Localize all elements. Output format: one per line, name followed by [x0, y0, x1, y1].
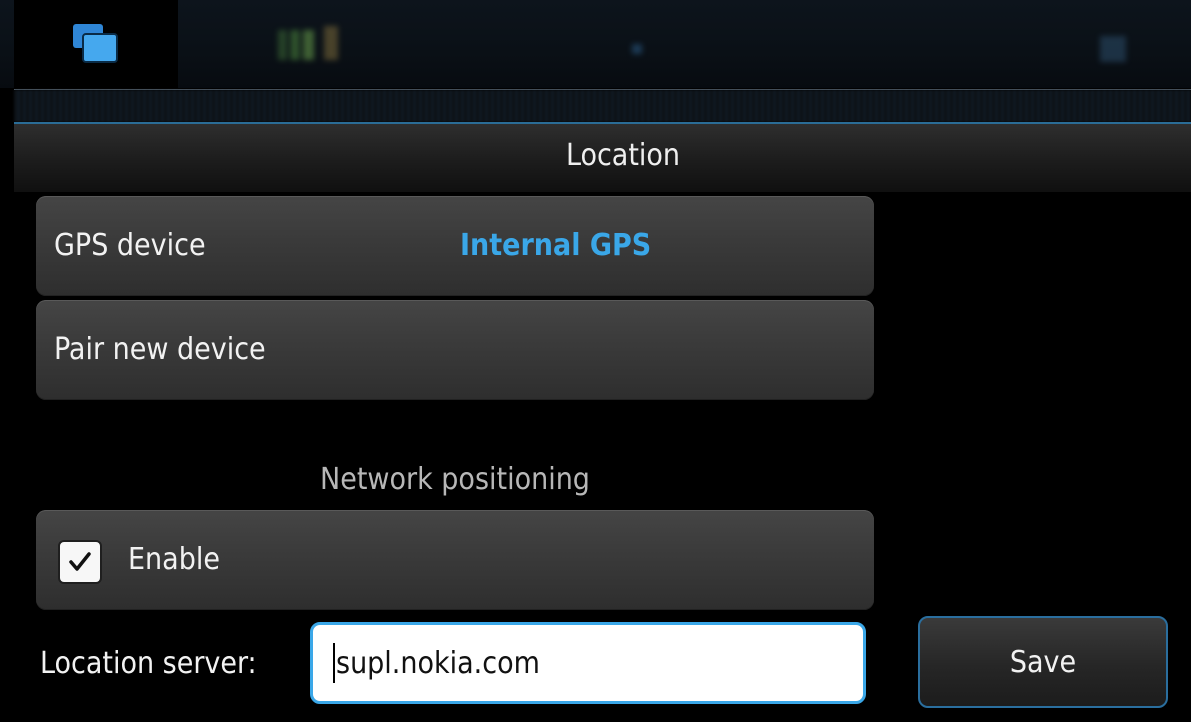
- background-content: [14, 90, 1191, 122]
- text-cursor: [333, 643, 335, 683]
- task-switcher-button[interactable]: [14, 0, 178, 88]
- save-button[interactable]: Save: [918, 616, 1168, 708]
- enable-label: Enable: [128, 542, 220, 577]
- dialog-header: Location: [14, 124, 1191, 192]
- pair-new-device-label: Pair new device: [54, 332, 266, 367]
- close-icon: [1100, 36, 1126, 62]
- menu-arrow-icon: [632, 44, 642, 54]
- gps-device-value: Internal GPS: [460, 228, 652, 263]
- task-switcher-icon: [73, 24, 118, 63]
- status-bar: [0, 0, 1191, 88]
- gps-device-label: GPS device: [54, 228, 206, 263]
- check-icon: [69, 552, 91, 571]
- gps-device-row[interactable]: GPS device Internal GPS: [36, 196, 874, 296]
- location-server-value: supl.nokia.com: [336, 645, 540, 681]
- network-positioning-heading: Network positioning: [320, 462, 590, 497]
- enable-checkbox[interactable]: [58, 540, 102, 584]
- pair-new-device-button[interactable]: Pair new device: [36, 300, 874, 400]
- dialog-body: GPS device Internal GPS Pair new device …: [14, 192, 1191, 722]
- battery-icon: [324, 26, 338, 60]
- screen: Location GPS device Internal GPS Pair ne…: [0, 0, 1191, 722]
- location-server-label: Location server:: [40, 646, 257, 681]
- dialog-title: Location: [565, 138, 681, 173]
- location-server-input[interactable]: supl.nokia.com: [310, 622, 866, 704]
- signal-icon: [278, 30, 314, 60]
- enable-network-positioning-row[interactable]: Enable: [36, 510, 874, 610]
- blurred-status-area: [178, 0, 1191, 88]
